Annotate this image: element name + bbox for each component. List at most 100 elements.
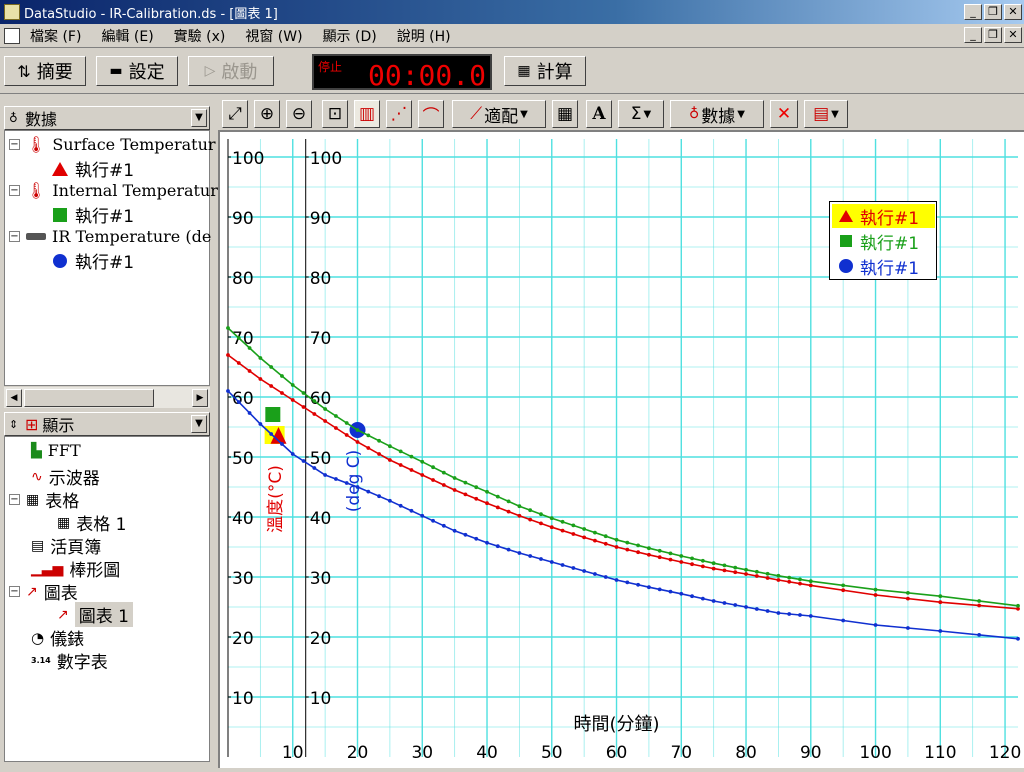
statistics-dropdown-arrow: ▼ <box>643 108 652 120</box>
tree-item-internal-temperature[interactable]: − 🌡 Internal Temperatur <box>9 181 218 200</box>
tree-item-meter[interactable]: ◔ 儀錶 <box>31 625 84 651</box>
series-point-1 <box>280 374 284 378</box>
tree-item-graph[interactable]: − ↗ 圖表 <box>9 579 78 604</box>
series-point-0 <box>312 412 317 416</box>
play-icon: ▷ <box>204 63 216 79</box>
y-tick-label-left: 30 <box>232 569 254 589</box>
smart-tool-button[interactable]: ▥ <box>354 100 380 128</box>
series-point-1 <box>977 599 982 603</box>
tree-item-fft[interactable]: ▙ FFT <box>31 441 81 460</box>
area-tool-button[interactable]: ⌒ <box>418 100 444 128</box>
series-point-2 <box>722 601 727 605</box>
series-point-2 <box>344 481 349 485</box>
tree-item-graph-1[interactable]: ↗ 圖表 1 <box>57 602 133 627</box>
collapse-icon[interactable]: − <box>9 185 20 196</box>
tree-item-digits[interactable]: 3.14 數字表 <box>31 648 108 673</box>
scroll-right-button[interactable]: ▶ <box>192 389 208 407</box>
series-point-1 <box>387 444 392 449</box>
setup-button[interactable]: ▬ 設定 <box>96 56 178 86</box>
tree-item-table-1[interactable]: ▦ 表格 1 <box>57 510 126 536</box>
collapse-icon[interactable]: − <box>9 586 20 597</box>
menu-window[interactable]: 視窗 (W) <box>245 26 302 46</box>
calculator-icon: ▦ <box>517 63 531 79</box>
scroll-left-button[interactable]: ◀ <box>6 389 22 407</box>
autoscale-button[interactable]: ⤢ <box>222 100 248 128</box>
series-point-1 <box>290 383 295 387</box>
tree-item-run-blue[interactable]: 執行#1 <box>51 248 134 273</box>
graph-legend[interactable]: 執行#1 執行#1 執行#1 <box>829 201 937 280</box>
document-icon[interactable] <box>4 27 20 44</box>
menu-help[interactable]: 說明 (H) <box>397 26 451 46</box>
menu-file[interactable]: 檔案 (F) <box>30 26 81 46</box>
data-panel-dropdown[interactable]: ▼ <box>191 109 207 127</box>
legend-red-triangle-icon <box>839 210 853 222</box>
oscilloscope-label: 示波器 <box>48 469 100 489</box>
graph-calculator-button[interactable]: ▦ <box>552 100 578 128</box>
series-point-2 <box>334 477 338 481</box>
text-annotation-button[interactable]: A <box>586 100 612 128</box>
series-point-2 <box>226 389 230 393</box>
scroll-thumb[interactable] <box>24 389 154 407</box>
y-tick-label-right: 10 <box>310 689 332 709</box>
zoom-in-button[interactable]: ⊕ <box>254 100 280 128</box>
start-button[interactable]: ▷ 啟動 <box>188 56 274 86</box>
tree-item-ir-temperature[interactable]: − IR Temperature (de <box>9 227 211 246</box>
collapse-icon[interactable]: − <box>9 139 20 150</box>
tree-item-bar-graph[interactable]: ▁▃▅ 棒形圖 <box>31 556 120 582</box>
setup-label: 設定 <box>128 62 165 83</box>
series-point-1 <box>571 523 576 528</box>
menu-edit[interactable]: 編輯 (E) <box>101 26 153 46</box>
tree-item-run-red[interactable]: 執行#1 <box>51 156 134 181</box>
doc-minimize-button[interactable]: _ <box>964 27 982 43</box>
tree-item-oscilloscope[interactable]: ∿ 示波器 <box>31 464 100 490</box>
menu-experiment[interactable]: 實驗 (x) <box>174 26 226 46</box>
series-point-0 <box>377 452 381 456</box>
statistics-dropdown[interactable]: Σ ▼ <box>618 100 664 128</box>
summary-label: 摘要 <box>36 62 73 83</box>
text-annotation-icon: A <box>592 104 606 124</box>
tree-item-surface-temperature[interactable]: − 🌡 Surface Temperatur <box>9 135 216 154</box>
data-panel-header[interactable]: ♁ 數據 ▼ <box>4 106 210 130</box>
slope-tool-button[interactable]: ⋰ <box>386 100 412 128</box>
table-icon: ▦ <box>26 491 40 508</box>
series-point-0 <box>236 361 241 365</box>
restore-button[interactable]: ❐ <box>984 4 1002 20</box>
display-panel-dropdown[interactable]: ▼ <box>191 415 207 433</box>
doc-close-button[interactable]: ✕ <box>1004 27 1022 43</box>
calculate-button[interactable]: ▦ 計算 <box>504 56 586 86</box>
tree-item-workbook[interactable]: ▤ 活頁簿 <box>31 533 101 559</box>
series-point-0 <box>366 446 371 450</box>
series-point-2 <box>377 494 381 499</box>
delete-button[interactable]: ✕ <box>770 100 798 128</box>
collapse-icon[interactable]: − <box>9 231 20 242</box>
fit-dropdown[interactable]: ⟋ 適配 ▼ <box>452 100 546 128</box>
series-point-1 <box>668 551 673 556</box>
series-point-1 <box>366 433 371 438</box>
minimize-button[interactable]: _ <box>964 4 982 20</box>
doc-restore-button[interactable]: ❐ <box>984 27 1002 43</box>
collapse-icon[interactable]: − <box>9 494 20 505</box>
data-tree-scrollbar[interactable]: ◀ ▶ <box>4 386 210 408</box>
series-point-0 <box>938 600 943 605</box>
series-point-2 <box>528 554 533 558</box>
fit-label: 適配 <box>484 106 519 127</box>
close-button[interactable]: ✕ <box>1004 4 1022 20</box>
main-toolbar: ⇅ 摘要 ▬ 設定 ▷ 啟動 停止 00:00.0 ▦ 計算 <box>0 50 1024 94</box>
summary-button[interactable]: ⇅ 摘要 <box>4 56 86 86</box>
series-point-0 <box>301 405 306 409</box>
tree-item-run-green[interactable]: 執行#1 <box>51 202 134 227</box>
series-point-2 <box>560 563 565 567</box>
series-point-0 <box>290 398 295 402</box>
x-tick-label: 50 <box>541 743 563 763</box>
series-point-0 <box>776 578 781 582</box>
data-dropdown[interactable]: ♁ 數據 ▼ <box>670 100 764 128</box>
zoom-select-button[interactable]: ⊡ <box>322 100 348 128</box>
zoom-out-button[interactable]: ⊖ <box>286 100 312 128</box>
graph-settings-dropdown[interactable]: ▤ ▼ <box>804 100 848 128</box>
series-point-0 <box>387 458 392 462</box>
ir-sensor-icon <box>26 233 46 240</box>
tree-item-table[interactable]: − ▦ 表格 <box>9 487 79 512</box>
menu-display[interactable]: 顯示 (D) <box>323 26 377 46</box>
series-point-1 <box>539 512 543 517</box>
display-panel-header[interactable]: ⇕ ⊞ 顯示 ▼ <box>4 412 210 436</box>
